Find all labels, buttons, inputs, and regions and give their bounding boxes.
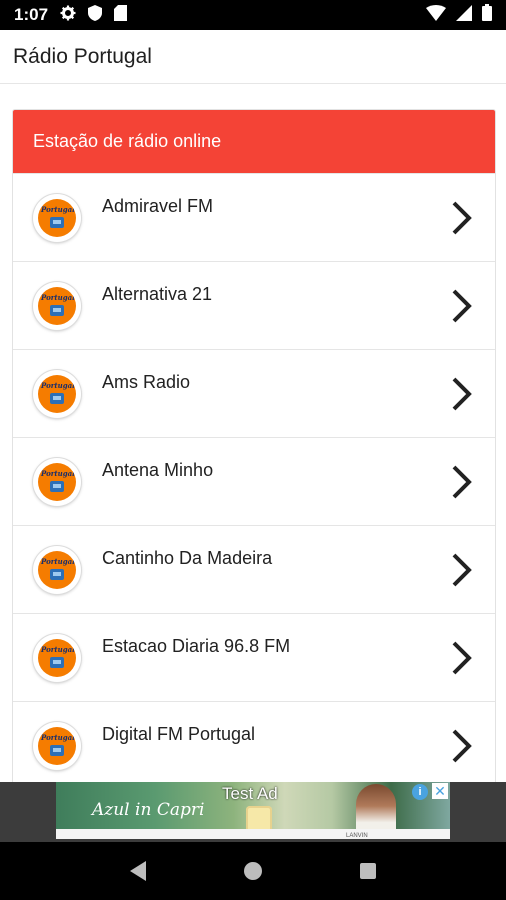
chevron-right-icon[interactable] bbox=[451, 464, 473, 505]
logo-text: Portugal bbox=[41, 557, 75, 566]
chevron-right-icon[interactable] bbox=[451, 200, 473, 241]
station-row[interactable]: Portugal Estacao Diaria 96.8 FM bbox=[13, 613, 495, 701]
radio-icon bbox=[50, 217, 64, 228]
ad-label: Test Ad bbox=[222, 784, 278, 803]
logo-text: Portugal bbox=[41, 469, 75, 478]
station-logo: Portugal bbox=[33, 194, 81, 242]
status-bar: 1:07 bbox=[0, 0, 506, 30]
station-row[interactable]: Portugal Ams Radio bbox=[13, 349, 495, 437]
radio-icon bbox=[50, 657, 64, 668]
station-row[interactable]: Portugal Cantinho Da Madeira bbox=[13, 525, 495, 613]
content-area: Estação de rádio online Portugal Admirav… bbox=[0, 84, 506, 782]
ad-script-text: Azul in Capri bbox=[92, 800, 205, 820]
radio-icon bbox=[50, 305, 64, 316]
chevron-right-icon[interactable] bbox=[451, 728, 473, 769]
wifi-icon bbox=[426, 4, 446, 26]
station-name: Admiravel FM bbox=[102, 196, 214, 216]
chevron-right-icon[interactable] bbox=[451, 552, 473, 593]
station-logo: Portugal bbox=[33, 458, 81, 506]
station-name: Cantinho Da Madeira bbox=[102, 548, 273, 568]
ad-close-icon[interactable]: ✕ bbox=[432, 783, 448, 799]
radio-icon bbox=[50, 481, 64, 492]
station-row[interactable]: Portugal Digital FM Portugal bbox=[13, 701, 495, 782]
station-logo: Portugal bbox=[33, 282, 81, 330]
signal-icon bbox=[456, 4, 472, 26]
system-nav-bar bbox=[0, 842, 506, 900]
station-logo: Portugal bbox=[33, 370, 81, 418]
nav-back-button[interactable] bbox=[118, 851, 158, 891]
app-bar: Rádio Portugal bbox=[0, 30, 506, 84]
radio-icon bbox=[50, 393, 64, 404]
home-circle-icon bbox=[243, 862, 262, 880]
station-name: Estacao Diaria 96.8 FM bbox=[102, 636, 291, 656]
station-logo: Portugal bbox=[33, 634, 81, 682]
chevron-right-icon[interactable] bbox=[451, 376, 473, 417]
section-header: Estação de rádio online bbox=[13, 110, 495, 173]
station-name: Antena Minho bbox=[102, 460, 214, 480]
recents-square-icon bbox=[360, 863, 377, 879]
station-row[interactable]: Portugal Alternativa 21 bbox=[13, 261, 495, 349]
ad-area: Azul in Capri LANVIN Test Ad i ✕ bbox=[0, 782, 506, 842]
ad-footer-strip bbox=[56, 829, 450, 839]
station-name: Alternativa 21 bbox=[102, 284, 213, 304]
back-triangle-icon bbox=[129, 861, 146, 881]
logo-text: Portugal bbox=[41, 645, 75, 654]
logo-text: Portugal bbox=[41, 205, 75, 214]
page-title: Rádio Portugal bbox=[13, 44, 152, 68]
chevron-right-icon[interactable] bbox=[451, 288, 473, 329]
sd-card-icon bbox=[114, 4, 128, 26]
radio-icon bbox=[50, 569, 64, 580]
station-list-card: Estação de rádio online Portugal Admirav… bbox=[12, 109, 496, 782]
station-logo: Portugal bbox=[33, 722, 81, 770]
battery-icon bbox=[482, 4, 492, 26]
chevron-right-icon[interactable] bbox=[451, 640, 473, 681]
settings-gear-icon bbox=[60, 5, 76, 26]
status-time: 1:07 bbox=[14, 5, 49, 24]
nav-home-button[interactable] bbox=[233, 851, 273, 891]
ad-info-icon[interactable]: i bbox=[412, 784, 428, 800]
station-row[interactable]: Portugal Admiravel FM bbox=[13, 173, 495, 261]
ad-banner[interactable]: Azul in Capri LANVIN Test Ad i ✕ bbox=[56, 782, 450, 839]
station-row[interactable]: Portugal Antena Minho bbox=[13, 437, 495, 525]
nav-recents-button[interactable] bbox=[348, 851, 388, 891]
ad-brand: LANVIN bbox=[346, 833, 368, 839]
logo-text: Portugal bbox=[41, 381, 75, 390]
station-name: Ams Radio bbox=[102, 372, 191, 392]
shield-icon bbox=[88, 4, 103, 26]
logo-text: Portugal bbox=[41, 733, 75, 742]
station-name: Digital FM Portugal bbox=[102, 724, 256, 744]
station-logo: Portugal bbox=[33, 546, 81, 594]
logo-text: Portugal bbox=[41, 293, 75, 302]
radio-icon bbox=[50, 745, 64, 756]
